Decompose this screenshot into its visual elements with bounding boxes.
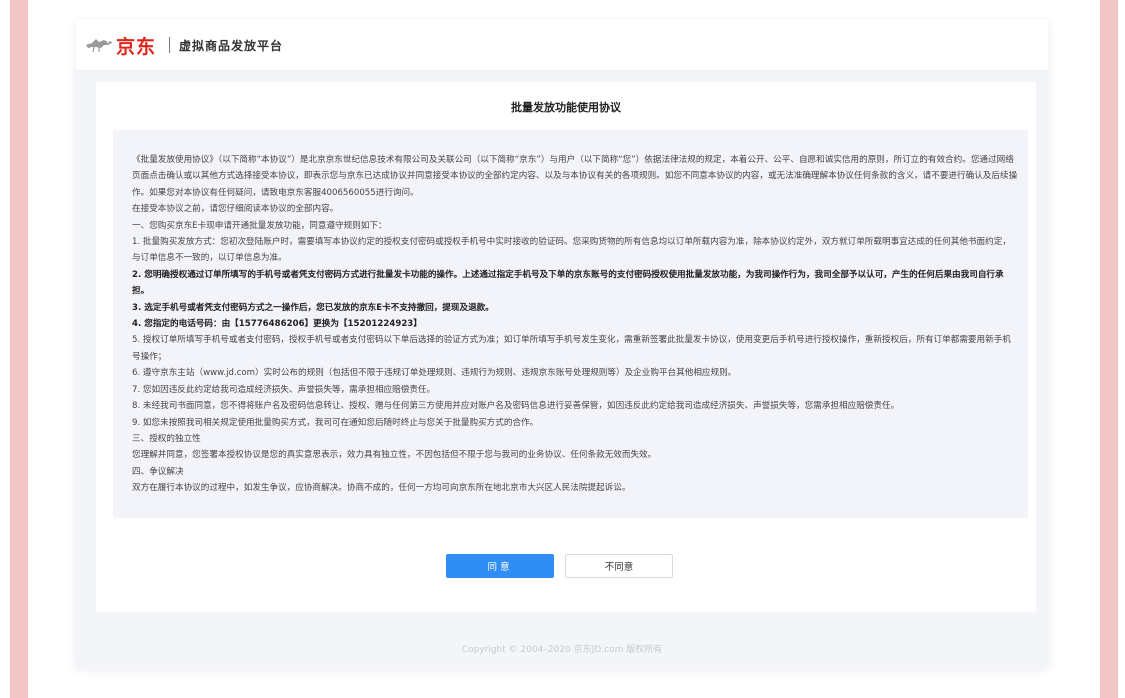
agreement-paragraph: 1. 批量购买发放方式：您初次登陆账户时，需要填写本协议约定的授权支付密码或授权… xyxy=(132,237,1011,264)
agreement-paragraph: 三、授权的独立性 xyxy=(132,433,201,444)
agreement-paragraph: 在接受本协议之前，请您仔细阅读本协议的全部内容。 xyxy=(132,204,339,215)
agreement-paragraph: 一、您购买京东E卡现申请开通批量发放功能，同意遵守规则如下： xyxy=(132,220,387,231)
agreement-paragraph: 7. 您如因违反此约定给我司造成经济损失、声誉损失等，需承担相应赔偿责任。 xyxy=(132,384,436,395)
agreement-paragraph: 双方在履行本协议的过程中，如发生争议，应协商解决。协商不成的，任何一方均可向京东… xyxy=(132,483,631,494)
jd-logo[interactable]: 京东 虚拟商品发放平台 xyxy=(84,30,283,60)
agreement-paragraph: 5. 授权订单所填写手机号或者支付密码，授权手机号或者支付密码以下单后选择的验证… xyxy=(132,335,1011,362)
left-decorative-bar xyxy=(10,0,28,698)
agreement-panel: 批量发放功能使用协议 《批量发放使用协议》（以下简称“本协议”）是北京京东世纪信… xyxy=(96,82,1036,612)
right-decorative-bar xyxy=(1100,0,1118,698)
disagree-button[interactable]: 不同意 xyxy=(565,554,673,578)
agreement-paragraph: 2. 您明确授权通过订单所填写的手机号或者凭支付密码方式进行批量发卡功能的操作。… xyxy=(132,269,1004,297)
agreement-paragraph: 6. 遵守京东主站（www.jd.com）实时公布的规则（包括但不限于违规订单处… xyxy=(132,368,737,379)
agree-button[interactable]: 同意 xyxy=(446,554,554,578)
agreement-paragraph: 9. 如您未按照我司相关规定使用批量购买方式，我司可在通知您后随时终止与您关于批… xyxy=(132,417,539,428)
agreement-text-box[interactable]: 《批量发放使用协议》（以下简称“本协议”）是北京京东世纪信息技术有限公司及关联公… xyxy=(113,130,1028,518)
header-divider xyxy=(169,37,171,53)
agreement-paragraph: 您理解并同意，您签署本授权协议是您的真实意思表示，效力具有独立性，不因包括但不限… xyxy=(132,450,657,461)
logo-text: 京东 xyxy=(116,35,157,58)
jd-dog-mascot-icon xyxy=(86,39,112,53)
top-header: 京东 虚拟商品发放平台 xyxy=(76,20,1048,71)
agreement-paragraph: 四、争议解决 xyxy=(132,466,184,477)
copyright-footer: Copyright © 2004–2020 京东JD.com 版权所有 xyxy=(461,645,663,655)
agreement-paragraph: 3. 选定手机号或者凭支付密码方式之一操作后，您已发放的京东E卡不支持撤回，提现… xyxy=(132,302,494,313)
agreement-title: 批量发放功能使用协议 xyxy=(511,101,621,114)
app-window: 京东 虚拟商品发放平台 批量发放功能使用协议 《批量发放使用协议》（以下简称“本… xyxy=(76,20,1048,668)
agreement-paragraph: 8. 未经我司书面同意，您不得将账户名及密码信息转让、授权、赠与任何第三方使用并… xyxy=(132,401,900,412)
platform-name: 虚拟商品发放平台 xyxy=(179,38,284,53)
agreement-paragraph: 《批量发放使用协议》（以下简称“本协议”）是北京京东世纪信息技术有限公司及关联公… xyxy=(132,155,1018,198)
agreement-paragraph: 4. 您指定的电话号码：由【15776486206】更换为【1520122492… xyxy=(132,319,422,330)
